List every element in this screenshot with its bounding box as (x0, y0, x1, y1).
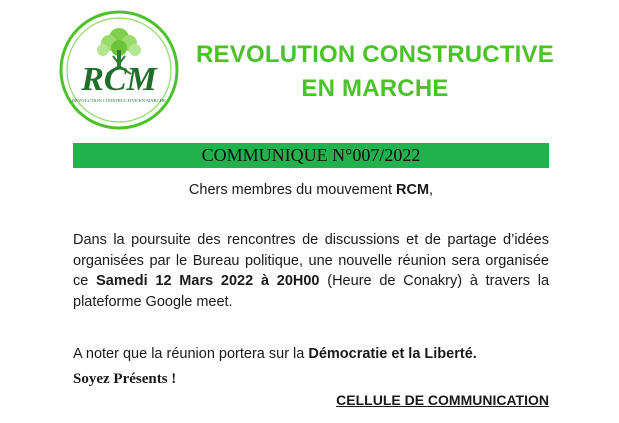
organization-title-line1: REVOLUTION CONSTRUCTIVE (196, 41, 554, 68)
greeting-line: Chers membres du mouvement RCM, (73, 180, 549, 200)
rcm-logo-emblem: RCM REVOLUTION CONSTRUCTIVE EN MARCHE (59, 10, 179, 130)
meeting-topic: Démocratie et la Liberté. (308, 346, 477, 362)
rcm-logo: RCM REVOLUTION CONSTRUCTIVE EN MARCHE (57, 8, 181, 132)
greeting-prefix: Chers membres du mouvement (188, 182, 397, 198)
communique-number: COMMUNIQUE N°007/2022 (201, 145, 421, 165)
meeting-datetime: Samedi 12 Mars 2022 à 20H00 (96, 273, 320, 289)
announcement-paragraph: Dans la poursuite des rencontres de disc… (73, 230, 549, 312)
closing-call: Soyez Présents ! (73, 371, 177, 387)
communique-banner: COMMUNIQUE N°007/2022 (73, 143, 549, 168)
topic-note: A noter que la réunion portera sur la Dé… (73, 344, 549, 364)
greeting-org-name: RCM (396, 182, 430, 198)
organization-title-line2: EN MARCHE (301, 75, 449, 102)
logo-letters: RCM (80, 61, 158, 98)
topic-note-prefix: A noter que la réunion portera sur la (73, 346, 309, 362)
signature: CELLULE DE COMMUNICATION (336, 392, 549, 408)
organization-title: REVOLUTION CONSTRUCTIVE EN MARCHE (180, 38, 570, 106)
greeting-suffix: , (429, 182, 434, 198)
logo-caption: REVOLUTION CONSTRUCTIVE EN MARCHE (72, 98, 166, 103)
